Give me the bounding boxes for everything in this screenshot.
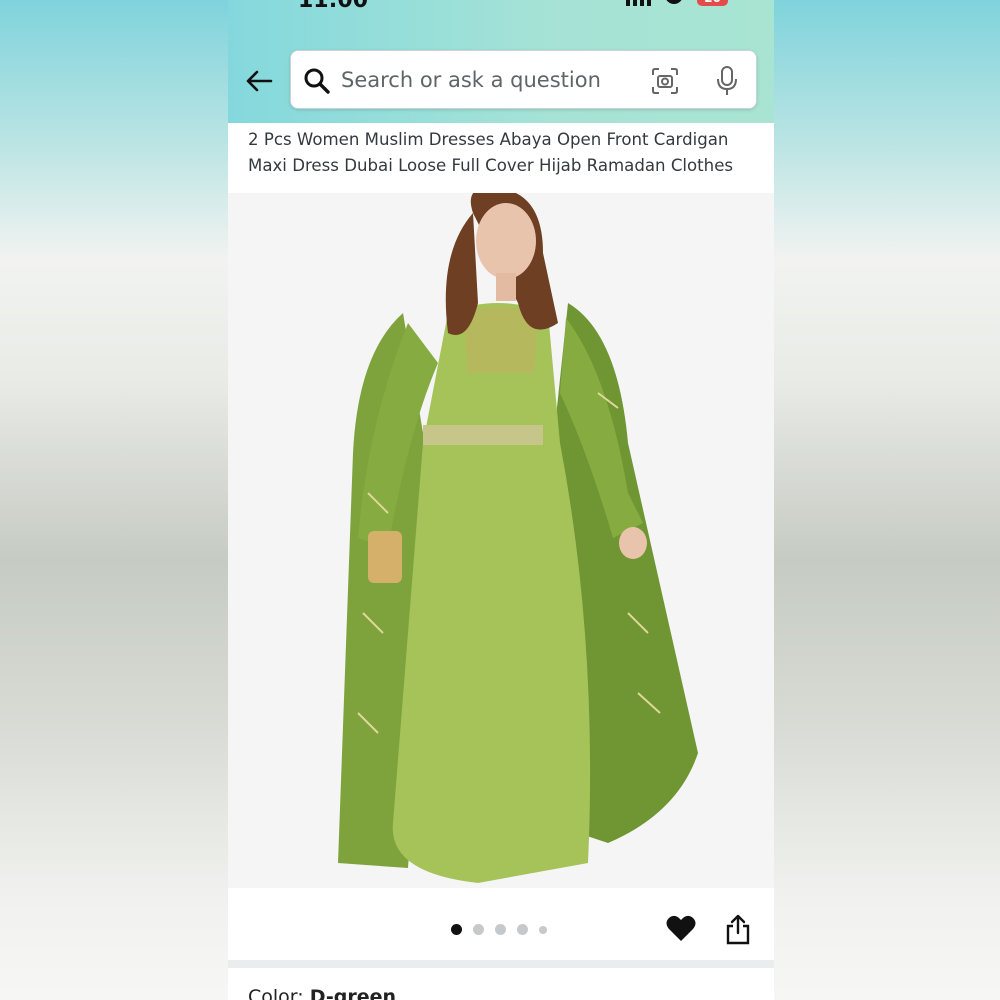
product-image-area[interactable] xyxy=(228,193,774,888)
pager-dot[interactable] xyxy=(495,924,506,935)
image-pager-bar xyxy=(228,888,774,960)
signal-icon xyxy=(626,0,652,6)
background-blur-left xyxy=(0,0,228,1000)
share-icon[interactable] xyxy=(725,913,751,945)
color-option-row[interactable]: Color: D-green xyxy=(228,968,774,1000)
mic-icon[interactable] xyxy=(715,65,739,97)
status-icons: 20 xyxy=(626,0,728,6)
heart-icon[interactable] xyxy=(666,914,696,942)
search-input[interactable] xyxy=(341,61,641,99)
product-title-block: 2 Pcs Women Muslim Dresses Abaya Open Fr… xyxy=(228,123,774,193)
pager-dot[interactable] xyxy=(451,924,462,935)
status-time: 11:00 xyxy=(298,0,369,13)
back-arrow-icon[interactable] xyxy=(244,66,274,96)
pager-dot[interactable] xyxy=(473,924,484,935)
product-title: 2 Pcs Women Muslim Dresses Abaya Open Fr… xyxy=(248,130,734,175)
pager-dot[interactable] xyxy=(517,924,528,935)
wifi-icon xyxy=(665,0,684,4)
image-pager-dots[interactable] xyxy=(451,924,547,935)
pager-dot[interactable] xyxy=(539,925,547,934)
search-icon xyxy=(304,68,330,94)
camera-scan-icon[interactable] xyxy=(651,67,679,95)
battery-badge: 20 xyxy=(697,0,728,6)
color-label: Color: xyxy=(248,986,304,1000)
product-photo[interactable] xyxy=(298,193,708,888)
search-bar[interactable] xyxy=(290,50,757,109)
background-blur-right xyxy=(774,0,1000,1000)
top-bar: 11:00 20 xyxy=(228,0,774,123)
color-value: D-green xyxy=(309,986,397,1000)
phone-screen: 11:00 20 xyxy=(228,0,774,1000)
